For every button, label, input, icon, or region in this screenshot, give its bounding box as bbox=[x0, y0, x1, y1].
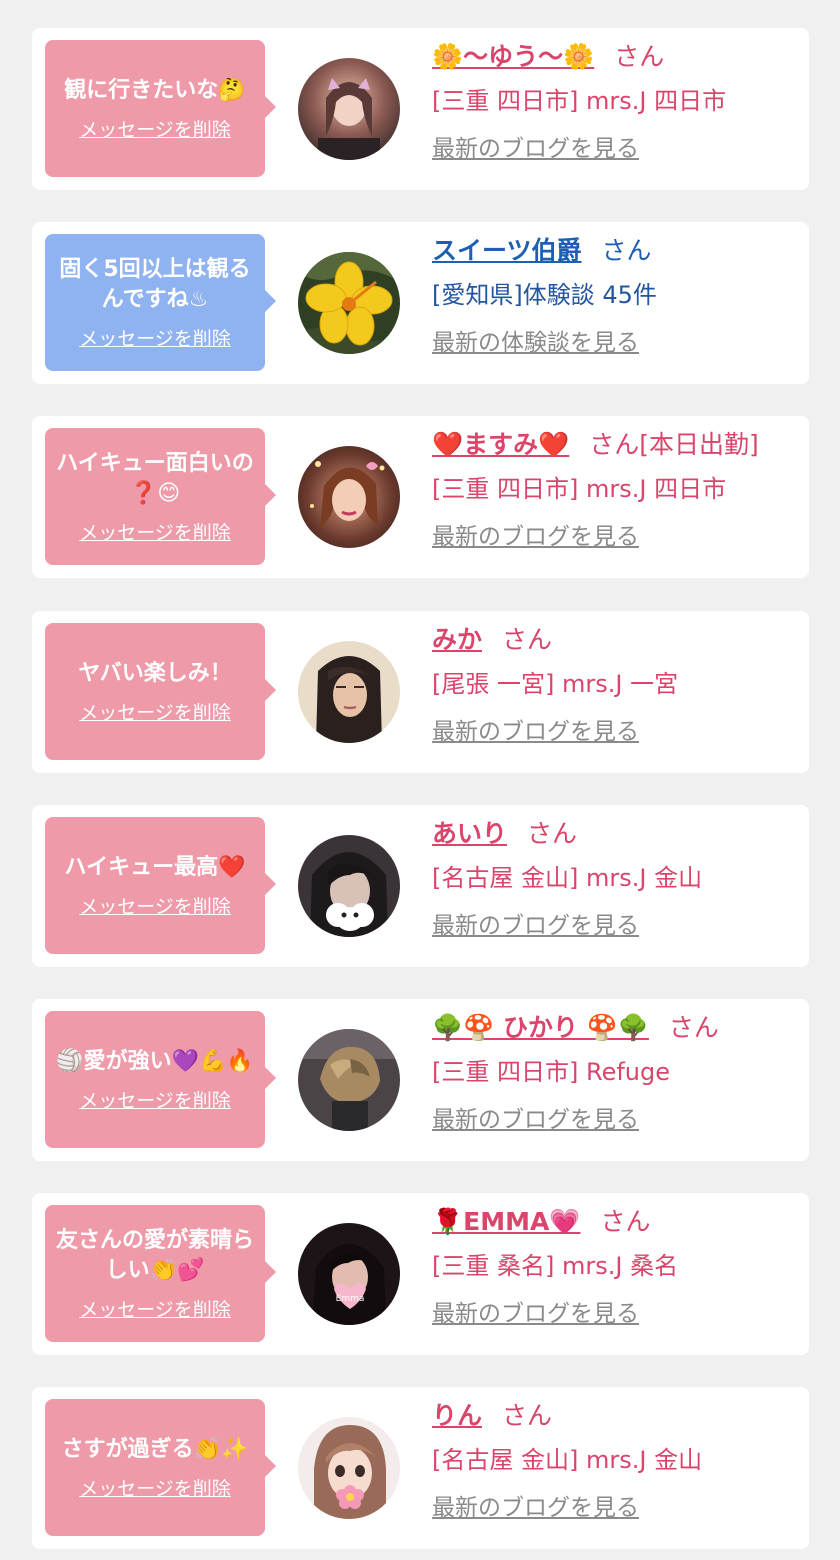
delete-message-link[interactable]: メッセージを削除 bbox=[79, 521, 231, 545]
delete-message-link[interactable]: メッセージを削除 bbox=[79, 1089, 231, 1113]
honorific-label: さん bbox=[614, 42, 665, 71]
honorific-label: さん bbox=[600, 1207, 651, 1236]
latest-post-link[interactable]: 最新のブログを見る bbox=[432, 1299, 801, 1329]
sender-info: 🌼〜ゆう〜🌼 さん [三重 四日市] mrs.J 四日市 最新のブログを見る bbox=[432, 40, 801, 164]
message-bubble: ハイキュー最高❤️ メッセージを削除 bbox=[45, 817, 276, 954]
message-text: 🏐愛が強い💜💪🔥 bbox=[56, 1048, 254, 1074]
delete-message-link[interactable]: メッセージを削除 bbox=[79, 895, 231, 919]
message-card: さすが過ぎる👏✨ メッセージを削除 りん さん [名古屋 金山] mrs.J 金… bbox=[32, 1387, 809, 1549]
delete-message-link[interactable]: メッセージを削除 bbox=[79, 327, 231, 351]
avatar[interactable] bbox=[298, 641, 400, 743]
delete-message-link[interactable]: メッセージを削除 bbox=[79, 701, 231, 725]
latest-post-link[interactable]: 最新のブログを見る bbox=[432, 1105, 801, 1135]
latest-post-link[interactable]: 最新のブログを見る bbox=[432, 522, 801, 552]
avatar[interactable] bbox=[298, 835, 400, 937]
sender-info: りん さん [名古屋 金山] mrs.J 金山 最新のブログを見る bbox=[432, 1399, 801, 1523]
latest-post-link[interactable]: 最新のブログを見る bbox=[432, 717, 801, 747]
latest-post-link[interactable]: 最新のブログを見る bbox=[432, 1493, 801, 1523]
message-card: 🏐愛が強い💜💪🔥 メッセージを削除 🌳🍄 ひかり 🍄🌳 さん [三重 四日市] R… bbox=[32, 999, 809, 1161]
sender-info: 🌳🍄 ひかり 🍄🌳 さん [三重 四日市] Refuge 最新のブログを見る bbox=[432, 1011, 801, 1135]
message-text: 観に行きたいな🤔 bbox=[64, 77, 246, 103]
sender-name-link[interactable]: 🌹EMMA💗 bbox=[432, 1207, 580, 1236]
sender-location: [愛知県]体験談 45件 bbox=[432, 281, 657, 309]
sender-name-link[interactable]: 🌳🍄 ひかり 🍄🌳 bbox=[432, 1013, 649, 1042]
honorific-label: さん bbox=[527, 819, 578, 848]
message-card: ヤバい楽しみ！ メッセージを削除 みか さん [尾張 一宮] mrs.J 一宮 最… bbox=[32, 611, 809, 773]
message-card: ハイキュー最高❤️ メッセージを削除 あいり さん [名古屋 金山] mrs.J … bbox=[32, 805, 809, 967]
message-bubble: 固く5回以上は観るんですね♨ メッセージを削除 bbox=[45, 234, 276, 371]
delete-message-link[interactable]: メッセージを削除 bbox=[79, 1477, 231, 1501]
sender-info: ❤️ますみ❤️ さん[本日出勤] [三重 四日市] mrs.J 四日市 最新のブロ… bbox=[432, 428, 801, 552]
avatar[interactable] bbox=[298, 252, 400, 354]
honorific-label: さん[本日出勤] bbox=[589, 430, 759, 459]
avatar[interactable] bbox=[298, 446, 400, 548]
avatar[interactable] bbox=[298, 1029, 400, 1131]
sender-location: [尾張 一宮] mrs.J 一宮 bbox=[432, 670, 679, 698]
message-text: ヤバい楽しみ！ bbox=[78, 660, 232, 686]
message-card: ハイキュー面白いの❓😊 メッセージを削除 ❤️ますみ❤️ さん[本日出勤] [三… bbox=[32, 416, 809, 578]
sender-location: [三重 四日市] mrs.J 四日市 bbox=[432, 87, 727, 115]
sender-location: [三重 桑名] mrs.J 桑名 bbox=[432, 1252, 679, 1280]
sender-info: みか さん [尾張 一宮] mrs.J 一宮 最新のブログを見る bbox=[432, 623, 801, 747]
sender-location: [名古屋 金山] mrs.J 金山 bbox=[432, 1446, 703, 1474]
message-list: 観に行きたいな🤔 メッセージを削除 🌼〜ゆう〜🌼 さん [三重 四日市] mrs… bbox=[0, 0, 840, 1560]
message-card: 固く5回以上は観るんですね♨ メッセージを削除 スイーツ伯爵 さん [愛知県]体… bbox=[32, 222, 809, 384]
message-bubble: 友さんの愛が素晴らしい👏💕 メッセージを削除 bbox=[45, 1205, 276, 1342]
svg-text:Emma: Emma bbox=[336, 1294, 365, 1304]
honorific-label: さん bbox=[601, 236, 652, 265]
message-bubble: 観に行きたいな🤔 メッセージを削除 bbox=[45, 40, 276, 177]
latest-post-link[interactable]: 最新のブログを見る bbox=[432, 911, 801, 941]
message-text: ハイキュー面白いの❓😊 bbox=[56, 450, 254, 506]
message-text: さすが過ぎる👏✨ bbox=[61, 1436, 249, 1462]
honorific-label: さん bbox=[502, 1401, 553, 1430]
avatar[interactable] bbox=[298, 58, 400, 160]
sender-location: [三重 四日市] Refuge bbox=[432, 1058, 671, 1086]
message-text: ハイキュー最高❤️ bbox=[64, 854, 246, 880]
message-text: 友さんの愛が素晴らしい👏💕 bbox=[55, 1227, 254, 1283]
delete-message-link[interactable]: メッセージを削除 bbox=[79, 1298, 231, 1322]
latest-post-link[interactable]: 最新の体験談を見る bbox=[432, 328, 801, 358]
latest-post-link[interactable]: 最新のブログを見る bbox=[432, 134, 801, 164]
message-bubble: ハイキュー面白いの❓😊 メッセージを削除 bbox=[45, 428, 276, 565]
sender-name-link[interactable]: あいり bbox=[432, 819, 507, 848]
sender-info: スイーツ伯爵 さん [愛知県]体験談 45件 最新の体験談を見る bbox=[432, 234, 801, 358]
sender-location: [名古屋 金山] mrs.J 金山 bbox=[432, 864, 703, 892]
sender-name-link[interactable]: 🌼〜ゆう〜🌼 bbox=[432, 42, 594, 71]
honorific-label: さん bbox=[502, 625, 553, 654]
honorific-label: さん bbox=[668, 1013, 719, 1042]
sender-info: あいり さん [名古屋 金山] mrs.J 金山 最新のブログを見る bbox=[432, 817, 801, 941]
sender-name-link[interactable]: スイーツ伯爵 bbox=[432, 236, 582, 265]
delete-message-link[interactable]: メッセージを削除 bbox=[79, 118, 231, 142]
avatar[interactable]: Emma bbox=[298, 1223, 400, 1325]
sender-name-link[interactable]: みか bbox=[432, 625, 482, 654]
avatar[interactable] bbox=[298, 1417, 400, 1519]
sender-name-link[interactable]: りん bbox=[432, 1401, 482, 1430]
message-bubble: 🏐愛が強い💜💪🔥 メッセージを削除 bbox=[45, 1011, 276, 1148]
message-bubble: さすが過ぎる👏✨ メッセージを削除 bbox=[45, 1399, 276, 1536]
sender-name-link[interactable]: ❤️ますみ❤️ bbox=[432, 430, 569, 459]
sender-info: 🌹EMMA💗 さん [三重 桑名] mrs.J 桑名 最新のブログを見る bbox=[432, 1205, 801, 1329]
message-text: 固く5回以上は観るんですね♨ bbox=[59, 256, 251, 312]
message-bubble: ヤバい楽しみ！ メッセージを削除 bbox=[45, 623, 276, 760]
message-card: 観に行きたいな🤔 メッセージを削除 🌼〜ゆう〜🌼 さん [三重 四日市] mrs… bbox=[32, 28, 809, 190]
sender-location: [三重 四日市] mrs.J 四日市 bbox=[432, 475, 727, 503]
message-card: 友さんの愛が素晴らしい👏💕 メッセージを削除 Emma 🌹EMMA💗 さん [三重… bbox=[32, 1193, 809, 1355]
